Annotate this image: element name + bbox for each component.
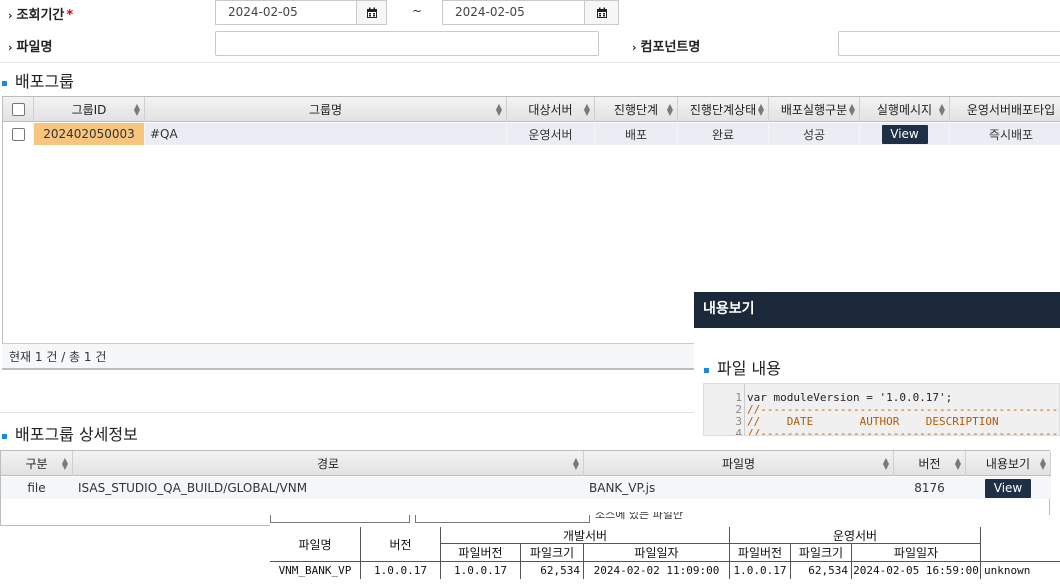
col-path[interactable]: 경로 ▲ ▼ (73, 451, 584, 476)
sort-icon: ▲ ▼ (572, 455, 579, 471)
calendar-icon (596, 7, 607, 18)
cell-target-server: 운영서버 (507, 123, 595, 145)
report-partial-box (415, 515, 590, 523)
col-message[interactable]: 실행메시지 ▲ ▼ (860, 97, 950, 122)
filename-label: › 파일명 (8, 40, 53, 55)
sort-icon: ▲ ▼ (666, 101, 673, 117)
period-label: › 조회기간 * (8, 8, 74, 23)
report-cell-dev-size: 62,534 (521, 562, 584, 579)
chevron-right-icon: › (632, 41, 637, 54)
row-checkbox[interactable] (11, 127, 25, 141)
col-filename[interactable]: 파일명 ▲ ▼ (584, 451, 894, 476)
report-col-dev-file-date: 파일일자 (584, 544, 730, 561)
date-to-input[interactable]: 2024-02-05 (442, 0, 585, 25)
report-col-prod-server: 운영서버 (730, 527, 981, 544)
report-col-filename: 파일명 (270, 527, 361, 561)
modal-title: 내용보기 (694, 292, 1060, 328)
calendar-from-button[interactable] (357, 0, 387, 25)
col-deploy-type[interactable]: 운영서버배포타입▲▼ (950, 97, 1060, 122)
sort-icon: ▲ ▼ (495, 101, 502, 117)
col-version[interactable]: 버전 ▲ ▼ (894, 451, 966, 476)
select-all-cell (3, 97, 34, 122)
report-col-prod-file-version: 파일버전 (730, 544, 791, 561)
report-partial-box (270, 515, 410, 523)
range-tilde: ~ (412, 4, 423, 18)
col-group-name[interactable]: 그룹명 ▲ ▼ (145, 97, 507, 122)
message-view-button[interactable]: View (881, 124, 928, 144)
report-cell-extra: unknown (984, 564, 1031, 577)
sort-icon: ▲ ▼ (757, 101, 764, 117)
grid-header: 구분 ▲ ▼ 경로 ▲ ▼ 파일명 ▲ ▼ 버전 ▲ ▼ 내용보기 ▲ ▼ (1, 451, 1051, 476)
cell-stage: 배포 (595, 123, 678, 145)
sort-icon: ▲ ▼ (848, 101, 855, 117)
cell-exec-type: 성공 (769, 123, 860, 145)
component-input[interactable] (838, 31, 1060, 56)
report-cell-filename: VNM_BANK_VP (270, 562, 361, 579)
row-select-cell (3, 123, 34, 145)
code-gutter (744, 384, 745, 435)
report-col-dev-file-size: 파일크기 (521, 544, 584, 561)
report-col-prod-file-size: 파일크기 (791, 544, 852, 561)
code-viewer[interactable]: 1 var moduleVersion = '1.0.0.17'; 2//----… (703, 383, 1060, 436)
cell-deploy-type: 즉시배포 (950, 123, 1060, 145)
bullet-icon (2, 80, 7, 86)
date-from-input[interactable]: 2024-02-05 (215, 0, 357, 25)
report-col-dev-file-version: 파일버전 (441, 544, 521, 561)
report-cell-prod-size: 62,534 (791, 562, 852, 579)
col-target-server[interactable]: 대상서버 ▲ ▼ (507, 97, 595, 122)
table-row[interactable]: 202402050003 #QA 운영서버 배포 완료 성공 View 즉시배포 (3, 123, 1060, 145)
cell-stage-status: 완료 (678, 123, 769, 145)
cell-filename: BANK_VP.js (584, 477, 894, 499)
filename-input[interactable] (215, 31, 599, 56)
sort-icon: ▲ ▼ (882, 455, 889, 471)
divider (0, 62, 1060, 63)
cell-group-name: #QA (145, 123, 507, 145)
report-col-prod-file-date: 파일일자 (852, 544, 981, 561)
col-exec-type[interactable]: 배포실행구분 ▲ ▼ (769, 97, 860, 122)
report-cell-dev-date: 2024-02-02 11:09:00 (584, 562, 730, 579)
grid-footer-count: 현재 1 건 / 총 1 건 (2, 343, 694, 369)
report-cell-prod-version: 1.0.0.17 (730, 562, 791, 579)
bullet-icon (2, 433, 7, 439)
col-stage[interactable]: 진행단계 ▲ ▼ (595, 97, 678, 122)
col-view[interactable]: 내용보기 ▲ ▼ (966, 451, 1051, 476)
report-table: 파일명 버전 개발서버 운영서버 파일버전 파일크기 파일일자 파일버전 파일크… (270, 527, 1060, 586)
cell-view: View (966, 477, 1051, 499)
report-cell-prod-date: 2024-02-05 16:59:00 (852, 562, 981, 579)
col-type[interactable]: 구분 ▲ ▼ (1, 451, 73, 476)
report-col-version: 버전 (361, 527, 441, 561)
calendar-to-button[interactable] (585, 0, 619, 25)
chevron-right-icon: › (8, 41, 13, 54)
component-label: › 컴포넌트명 (632, 40, 701, 55)
sort-icon: ▲ ▼ (938, 101, 945, 117)
calendar-icon (366, 7, 377, 18)
divider (0, 412, 694, 413)
bullet-icon (704, 367, 709, 373)
table-row[interactable]: file ISAS_STUDIO_QA_BUILD/GLOBAL/VNM BAN… (1, 477, 1051, 499)
report-cell-version: 1.0.0.17 (361, 562, 441, 579)
grid-header: 그룹ID ▲ ▼ 그룹명 ▲ ▼ 대상서버 ▲ ▼ 진행단계 ▲ ▼ 진행단계상태 ▲ ▼ 배포실행… (3, 97, 1060, 122)
sort-icon: ▲ ▼ (583, 101, 590, 117)
col-stage-status[interactable]: 진행단계상태 ▲ ▼ (678, 97, 769, 122)
report-cell-dev-version: 1.0.0.17 (441, 562, 521, 579)
cell-path: ISAS_STUDIO_QA_BUILD/GLOBAL/VNM (73, 477, 584, 499)
chevron-right-icon: › (8, 9, 13, 22)
sort-icon: ▲ ▼ (133, 101, 140, 117)
cell-message: View (860, 123, 950, 145)
report-partial-text: 소스에 있는 파일만 (595, 512, 683, 521)
file-content-title: 파일 내용 (704, 355, 781, 379)
select-all-checkbox[interactable] (11, 103, 25, 116)
report-col-dev-server: 개발서버 (441, 527, 730, 544)
required-mark: * (66, 8, 74, 23)
deploy-group-title: 배포그룹 (2, 68, 74, 92)
cell-type: file (1, 477, 73, 499)
cell-version: 8176 (894, 477, 966, 499)
sort-icon: ▲ ▼ (954, 455, 961, 471)
cell-group-id: 202402050003 (34, 123, 145, 145)
sort-icon: ▲ ▼ (1039, 455, 1046, 471)
sort-icon: ▲ ▼ (61, 455, 68, 471)
detail-title: 배포그룹 상세정보 (2, 421, 138, 445)
content-view-button[interactable]: View (985, 478, 1031, 498)
col-group-id[interactable]: 그룹ID ▲ ▼ (34, 97, 145, 122)
